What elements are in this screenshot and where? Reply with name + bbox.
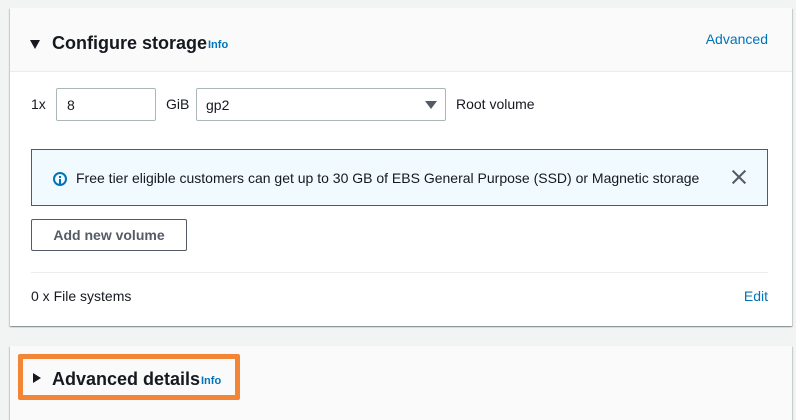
divider [31, 272, 768, 273]
caret-down-icon[interactable] [30, 40, 40, 49]
add-new-volume-button[interactable]: Add new volume [31, 219, 187, 251]
advanced-details-panel[interactable]: Advanced details Info [10, 346, 792, 420]
volume-type-value: gp2 [206, 97, 230, 113]
root-volume-label: Root volume [456, 96, 535, 112]
close-icon[interactable] [731, 169, 747, 185]
info-circle-icon [53, 172, 67, 186]
configure-storage-info-link[interactable]: Info [208, 39, 228, 51]
free-tier-alert-text: Free tier eligible customers can get up … [76, 170, 700, 186]
configure-storage-header[interactable]: Configure storage Info Advanced [10, 8, 792, 72]
configure-storage-panel: Configure storage Info Advanced 1x GiB g… [10, 8, 792, 326]
file-systems-label: 0 x File systems [31, 288, 132, 304]
volume-type-select[interactable]: gp2 [196, 88, 446, 121]
highlight-box [18, 354, 240, 400]
volume-size-input[interactable] [56, 88, 156, 121]
free-tier-alert: Free tier eligible customers can get up … [31, 149, 768, 206]
advanced-link[interactable]: Advanced [706, 31, 768, 47]
caret-down-icon [425, 101, 437, 109]
edit-file-systems-link[interactable]: Edit [744, 288, 768, 304]
volume-quantity-label: 1x [31, 96, 46, 112]
volume-size-unit: GiB [166, 96, 190, 112]
configure-storage-title[interactable]: Configure storage [52, 32, 207, 54]
